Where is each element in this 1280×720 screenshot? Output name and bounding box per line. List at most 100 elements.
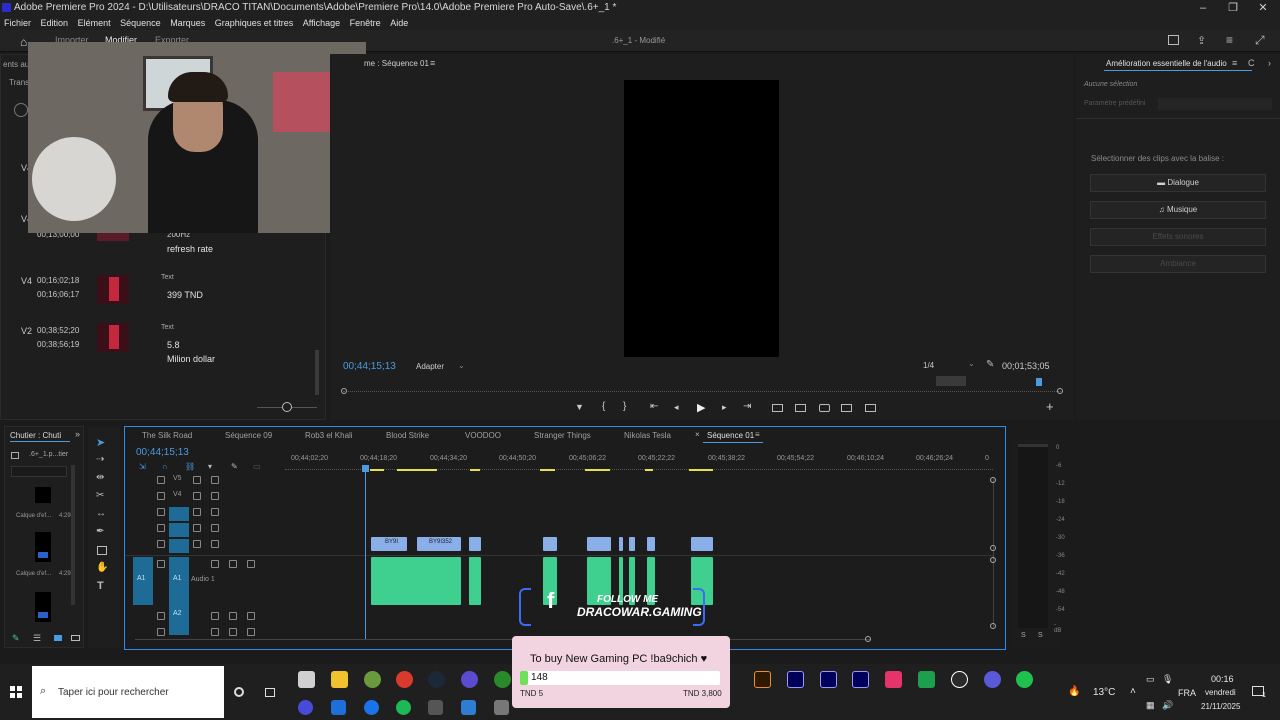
program-title[interactable]: me : Séquence 01 xyxy=(364,59,429,68)
bin-thumbnail[interactable] xyxy=(35,532,51,562)
restore-button[interactable]: ❐ xyxy=(1218,0,1248,16)
timeline-timecode[interactable]: 00;44;15;13 xyxy=(136,447,189,458)
track-target-audio[interactable] xyxy=(169,557,189,635)
lock-icon[interactable] xyxy=(157,612,165,620)
app-icon[interactable] xyxy=(461,700,476,715)
add-button-icon[interactable]: + xyxy=(1046,399,1054,414)
sync-lock-icon[interactable] xyxy=(193,524,201,532)
seq-tab[interactable]: VOODOO xyxy=(465,431,501,440)
media-encoder-icon[interactable] xyxy=(852,671,869,688)
lock-icon[interactable] xyxy=(157,508,165,516)
icon-view-icon[interactable] xyxy=(54,635,62,641)
menu-sequence[interactable]: Séquence xyxy=(120,18,161,28)
chevron-down-icon[interactable]: ⌄ xyxy=(458,361,465,370)
seq-tab[interactable]: Nikolas Tesla xyxy=(624,431,671,440)
app-icon[interactable] xyxy=(298,671,315,688)
seq-tab[interactable]: Stranger Things xyxy=(534,431,591,440)
seq-tab-active[interactable]: Séquence 01 xyxy=(707,431,754,440)
app-icon[interactable] xyxy=(885,671,902,688)
fit-dropdown[interactable]: Adapter xyxy=(416,362,444,371)
menu-marques[interactable]: Marques xyxy=(170,18,205,28)
bin-thumbnail[interactable] xyxy=(35,592,51,622)
eye-icon[interactable] xyxy=(211,540,219,548)
eye-icon[interactable] xyxy=(211,492,219,500)
app-icon[interactable] xyxy=(331,700,346,715)
track-target-v3[interactable] xyxy=(169,507,189,521)
scroll-handle[interactable] xyxy=(990,477,996,483)
app-icon[interactable] xyxy=(1016,671,1033,688)
app-icon[interactable] xyxy=(364,671,381,688)
selection-tool-icon[interactable]: ➤ xyxy=(96,436,105,449)
panel-menu-icon[interactable]: ≡ xyxy=(1232,58,1237,68)
track-select-icon[interactable]: ⇢ xyxy=(96,454,104,465)
dialogue-button[interactable]: ▬ Dialogue xyxy=(1090,174,1266,192)
file-explorer-icon[interactable] xyxy=(331,671,348,688)
search-icon[interactable] xyxy=(14,103,28,117)
row-thumbnail[interactable] xyxy=(97,275,129,304)
video-clip[interactable] xyxy=(587,537,611,551)
expand-icon[interactable]: » xyxy=(75,429,80,439)
pencil-icon[interactable]: ✎ xyxy=(12,633,20,644)
solo-button[interactable]: S xyxy=(1038,632,1043,639)
hscroll-handle[interactable] xyxy=(865,636,871,642)
track-target-v2[interactable] xyxy=(169,523,189,537)
app-icon[interactable] xyxy=(461,671,478,688)
close-button[interactable]: ✕ xyxy=(1248,0,1278,16)
clock-date[interactable]: 21/11/2025 xyxy=(1201,702,1240,711)
rectangle-tool-icon[interactable] xyxy=(97,546,107,555)
app-icon[interactable] xyxy=(951,671,968,688)
play-icon[interactable]: ▶ xyxy=(697,401,705,414)
solo-button[interactable]: S xyxy=(1021,632,1026,639)
lift-icon[interactable] xyxy=(772,404,783,412)
sync-lock-icon[interactable] xyxy=(193,476,201,484)
solo-icon[interactable] xyxy=(229,612,237,620)
app-icon[interactable] xyxy=(918,671,935,688)
vertical-scrollbar[interactable] xyxy=(993,479,994,627)
audio-clip[interactable] xyxy=(371,557,461,605)
mute-icon[interactable] xyxy=(211,560,219,568)
video-clip[interactable] xyxy=(647,537,655,551)
step-back-icon[interactable]: ◂ xyxy=(674,402,679,413)
eye-icon[interactable] xyxy=(211,524,219,532)
timeline-playhead[interactable] xyxy=(365,467,366,639)
video-clip[interactable] xyxy=(629,537,635,551)
step-forward-icon[interactable]: ▸ xyxy=(722,402,727,413)
bin-item[interactable]: .6+_1.p...tier xyxy=(29,451,68,458)
audition-icon[interactable] xyxy=(787,671,804,688)
freeform-view-icon[interactable] xyxy=(71,635,80,641)
panel-menu-icon[interactable]: ≡ xyxy=(755,430,760,439)
mark-in-icon[interactable]: { xyxy=(602,401,605,412)
bin-search-input[interactable] xyxy=(11,466,67,477)
scroll-handle[interactable] xyxy=(990,623,996,629)
slip-icon[interactable]: ↔ xyxy=(96,508,106,519)
captions-icon[interactable]: ▭ xyxy=(253,462,261,471)
menu-fichier[interactable]: Fichier xyxy=(4,18,31,28)
seq-tab[interactable]: The Silk Road xyxy=(142,431,192,440)
volume-icon[interactable]: 🔊 xyxy=(1162,700,1173,711)
menu-element[interactable]: Elément xyxy=(78,18,111,28)
clock-time[interactable]: 00:16 xyxy=(1211,674,1234,684)
sfx-button[interactable]: Effets sonores xyxy=(1090,228,1266,246)
video-clip[interactable]: BY9I352 xyxy=(417,537,461,551)
illustrator-icon[interactable] xyxy=(754,671,771,688)
eye-icon[interactable] xyxy=(211,508,219,516)
marker-icon[interactable]: ▼ xyxy=(575,402,584,412)
mic-icon[interactable] xyxy=(247,560,255,568)
nest-icon[interactable]: ⇲ xyxy=(139,462,146,471)
scroll-handle[interactable] xyxy=(990,545,996,551)
chrome-icon[interactable] xyxy=(396,671,413,688)
chevron-down-icon[interactable]: ⌄ xyxy=(968,359,975,368)
panel-menu-icon[interactable]: ≡ xyxy=(430,58,435,68)
lock-icon[interactable] xyxy=(157,524,165,532)
network-icon[interactable]: ▦ xyxy=(1146,700,1155,711)
video-clip[interactable] xyxy=(619,537,623,551)
after-effects-icon[interactable] xyxy=(820,671,837,688)
microphone-icon[interactable]: 🎙 xyxy=(1162,674,1173,685)
resolution-dropdown[interactable]: 1/4 xyxy=(923,361,934,370)
type-tool-icon[interactable]: T xyxy=(97,580,104,592)
program-timecode[interactable]: 00;44;15;13 xyxy=(343,361,396,372)
fullscreen-icon[interactable]: ⤢ xyxy=(1255,33,1265,48)
collapsed-tab[interactable]: C xyxy=(1248,58,1255,68)
bin-scrollbar[interactable] xyxy=(71,465,75,605)
razor-icon[interactable]: ✂ xyxy=(96,490,104,501)
